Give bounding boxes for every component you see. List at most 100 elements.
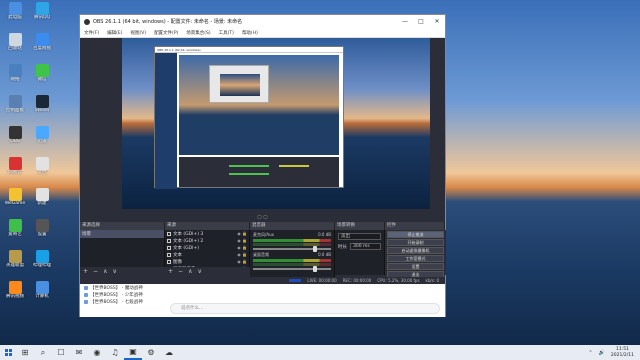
- preview-controls: ◯ ◯: [80, 212, 445, 220]
- desktop-icon[interactable]: WeGame: [1, 188, 29, 207]
- control-button[interactable]: 工作室模式: [387, 255, 444, 262]
- visibility-eye-icon[interactable]: ◉ 🔒: [237, 231, 247, 236]
- control-button[interactable]: 开始录制: [387, 239, 444, 246]
- desktop-icon[interactable]: 此电脑: [1, 2, 29, 21]
- desktop-icon[interactable]: Steam: [28, 95, 56, 114]
- desktop-icon[interactable]: OBS: [1, 126, 29, 145]
- source-name: 文本: [173, 252, 182, 258]
- add-source-button[interactable]: +: [168, 268, 173, 275]
- taskbar-app-icon[interactable]: ⚙: [142, 345, 160, 360]
- desktop-icon-label: 计算机: [35, 294, 49, 299]
- transition-select[interactable]: 淡出: [338, 233, 381, 240]
- taskbar-app-icon[interactable]: ⌕: [34, 345, 52, 360]
- desktop-icon[interactable]: 计算机: [28, 281, 56, 300]
- scene-item[interactable]: 场景: [80, 230, 164, 238]
- control-button[interactable]: 停止推流: [387, 231, 444, 238]
- control-button[interactable]: 设置: [387, 263, 444, 270]
- desktop-icon[interactable]: 哔哩哔哩: [28, 250, 56, 269]
- system-tray: ⌃ 🔊 11:51 2021/2/11: [588, 347, 640, 359]
- transition-type[interactable]: 淡出: [338, 233, 381, 240]
- contact-item[interactable]: 【世界BOSS】 - 七殺战神: [84, 299, 162, 305]
- volume-meter: [253, 239, 331, 242]
- controls-header: 控件: [385, 222, 445, 230]
- scene-up-button[interactable]: ∧: [103, 268, 107, 275]
- desktop-icon-label: 百度网盘: [33, 46, 51, 51]
- taskbar-app-icon[interactable]: ◉: [88, 345, 106, 360]
- taskbar-app-icon[interactable]: ✉: [70, 345, 88, 360]
- preview-canvas[interactable]: OBS 26.1.1 (64 bit, windows): [122, 38, 430, 209]
- desktop-icon[interactable]: 微信: [28, 64, 56, 83]
- desktop-icon[interactable]: 百度网盘: [28, 33, 56, 52]
- live-time: LIVE: 00:00:00: [307, 278, 337, 283]
- menu-tools[interactable]: 工具(T): [219, 30, 234, 36]
- desktop-icon[interactable]: 网易云: [1, 157, 29, 176]
- contact-item[interactable]: 【世界BOSS】 - 少年战神: [84, 292, 162, 298]
- desktop-icon[interactable]: 爱奇艺: [1, 219, 29, 238]
- desktop-icon[interactable]: 英雄联盟: [1, 250, 29, 269]
- taskbar-app-icon[interactable]: ⊞: [16, 345, 34, 360]
- source-item[interactable]: 图像 ◉ 🔒: [165, 258, 249, 265]
- minimize-button[interactable]: —: [397, 18, 413, 25]
- desktop-icon[interactable]: 设置: [28, 219, 56, 238]
- add-scene-button[interactable]: +: [83, 268, 88, 275]
- desktop-icon[interactable]: 网络: [1, 64, 29, 83]
- source-item[interactable]: 文本 (GDI+) 2 ◉ 🔒: [165, 237, 249, 244]
- volume-icon[interactable]: 🔊: [599, 350, 605, 356]
- desktop-icon-label: Steam: [34, 108, 50, 113]
- visibility-eye-icon[interactable]: ◉ 🔒: [237, 259, 247, 264]
- menu-scene-collection[interactable]: 场景集合(S): [186, 30, 210, 36]
- desktop-icon[interactable]: 腾讯视频: [1, 281, 29, 300]
- scene-down-button[interactable]: ∨: [112, 268, 116, 275]
- duration-input[interactable]: 300 ms: [350, 243, 381, 250]
- mixer-track-db: 0.0 dB: [318, 232, 331, 237]
- source-item[interactable]: 文本 (GDI+) 3 ◉ 🔒: [165, 230, 249, 237]
- source-type-icon: [167, 238, 171, 243]
- desktop-icon-label: 腾讯视频: [6, 294, 24, 299]
- app-icon: [35, 219, 49, 232]
- desktop-icon[interactable]: 腾讯QQ: [28, 2, 56, 21]
- tray-chevron-icon[interactable]: ⌃: [588, 350, 592, 356]
- remove-scene-button[interactable]: −: [93, 268, 98, 275]
- visibility-eye-icon[interactable]: ◉ 🔒: [237, 238, 247, 243]
- taskbar-app-icon[interactable]: ☁: [160, 345, 178, 360]
- desktop-icon[interactable]: 新建: [28, 188, 56, 207]
- remove-source-button[interactable]: −: [178, 268, 183, 275]
- sources-header: 来源: [165, 222, 250, 230]
- nested-obs-capture: OBS 26.1.1 (64 bit, windows): [154, 46, 344, 189]
- source-name: 文本 (GDI+) 2: [173, 238, 204, 244]
- source-up-button[interactable]: ∧: [188, 268, 192, 275]
- desktop-icon[interactable]: 迅雷: [28, 126, 56, 145]
- chat-input[interactable]: 说点什么...: [170, 303, 440, 314]
- desktop-icon[interactable]: 回收站: [1, 33, 29, 52]
- app-icon: [8, 281, 22, 294]
- menu-edit[interactable]: 编辑(E): [107, 30, 122, 36]
- desktop-icon-label: OBS: [10, 139, 20, 144]
- clock-date: 2021/2/11: [610, 352, 634, 358]
- visibility-eye-icon[interactable]: ◉ 🔒: [237, 245, 247, 250]
- clock[interactable]: 11:51 2021/2/11: [611, 347, 634, 359]
- desktop-icon[interactable]: 文档: [28, 157, 56, 176]
- start-button[interactable]: [0, 345, 16, 360]
- desktop-icon-label: 微信: [37, 77, 47, 82]
- menu-profile[interactable]: 配置文件(P): [154, 30, 178, 36]
- rec-time: REC: 00:00:00: [342, 278, 372, 283]
- control-button[interactable]: 启动虚拟摄像机: [387, 247, 444, 254]
- source-type-icon: [167, 231, 171, 236]
- close-button[interactable]: ✕: [429, 18, 445, 25]
- taskbar-app-icon[interactable]: ☐: [52, 345, 70, 360]
- nested-desktop-icons: [155, 53, 177, 189]
- maximize-button[interactable]: □: [413, 18, 429, 25]
- taskbar-app-icon[interactable]: ♫: [106, 345, 124, 360]
- volume-slider[interactable]: [253, 266, 331, 272]
- app-icon: [8, 95, 22, 108]
- menu-file[interactable]: 文件(F): [84, 30, 99, 36]
- contact-item[interactable]: 【世界BOSS】 - 魔动战神: [84, 285, 162, 291]
- menu-help[interactable]: 帮助(H): [242, 30, 258, 36]
- source-down-button[interactable]: ∨: [197, 268, 201, 275]
- source-item[interactable]: 文本 ◉ 🔒: [165, 251, 249, 258]
- menu-view[interactable]: 视图(V): [130, 30, 146, 36]
- taskbar-app-icon[interactable]: ▣: [124, 345, 142, 360]
- visibility-eye-icon[interactable]: ◉ 🔒: [237, 252, 247, 257]
- source-item[interactable]: 文本 (GDI+) ◉ 🔒: [165, 244, 249, 251]
- desktop-icon[interactable]: 控制面板: [1, 95, 29, 114]
